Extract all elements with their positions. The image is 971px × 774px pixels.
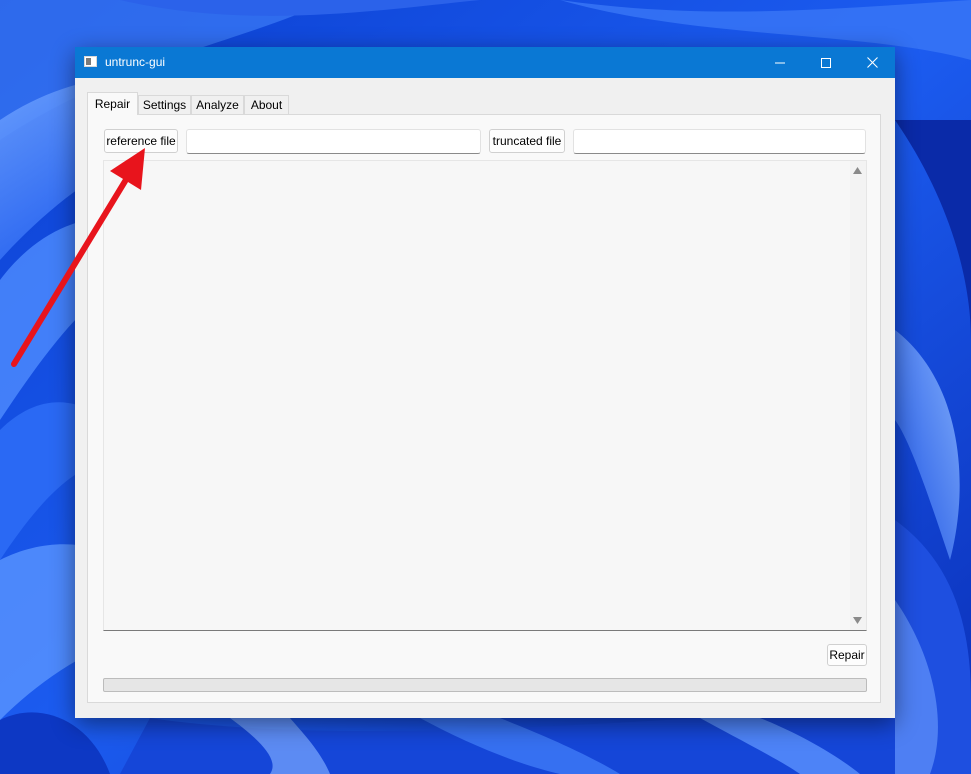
tab-repair[interactable]: Repair (87, 92, 138, 115)
desktop: untrunc-gui Repair Settings Analyze Abou… (0, 0, 971, 774)
red-arrow-icon (11, 148, 145, 367)
tab-label: Repair (94, 97, 131, 111)
